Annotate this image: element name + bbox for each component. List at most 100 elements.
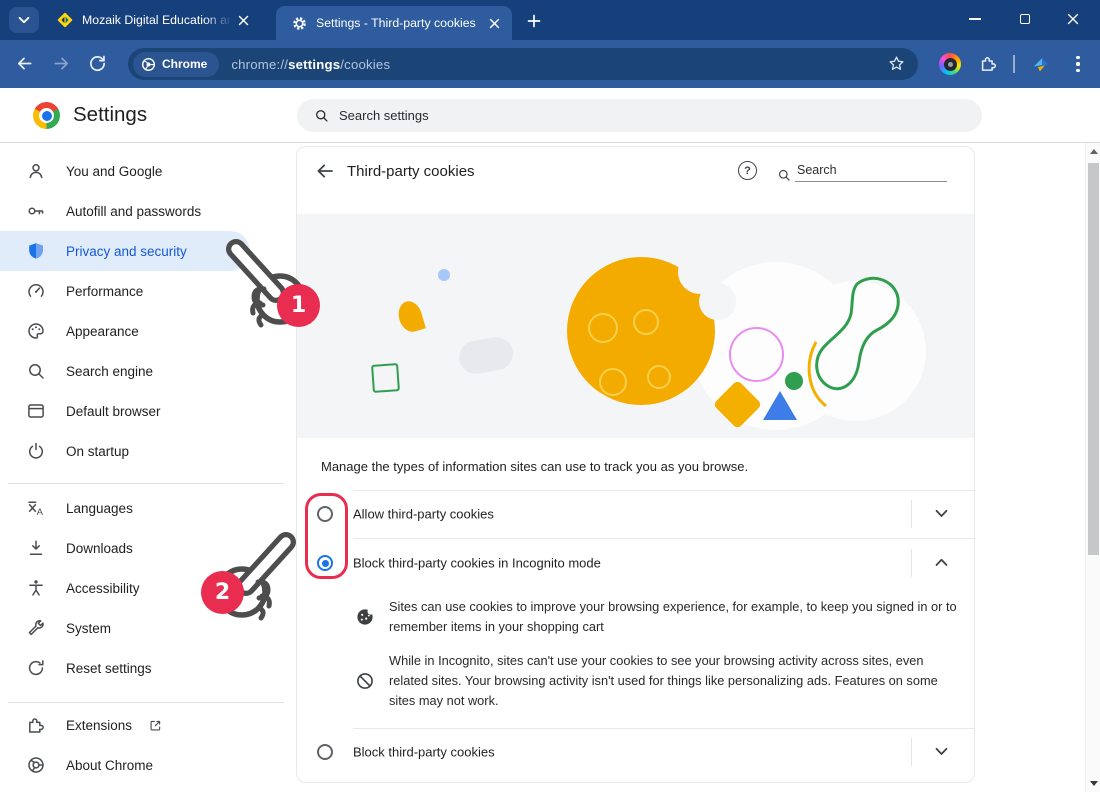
wrench-icon — [26, 618, 46, 638]
search-icon — [26, 361, 46, 381]
window-maximize-button[interactable] — [1008, 4, 1042, 34]
chip-label: Chrome — [162, 57, 207, 71]
page-search-box[interactable] — [777, 162, 947, 182]
scroll-down-arrow-icon[interactable] — [1090, 781, 1098, 786]
tab-close-icon[interactable] — [489, 18, 500, 29]
green-squiggle-outline — [802, 272, 907, 434]
tab-search-button[interactable] — [9, 7, 39, 33]
chrome-logo-icon — [33, 102, 60, 129]
cookie-bite — [699, 283, 736, 320]
sidebar-item-languages[interactable]: A Languages — [0, 488, 292, 528]
bookmark-star-icon[interactable] — [888, 55, 905, 72]
divider — [353, 538, 974, 539]
sidebar-item-reset-settings[interactable]: Reset settings — [0, 648, 292, 688]
blue-dot — [438, 269, 450, 281]
power-icon — [26, 441, 46, 461]
mozaik-favicon-icon — [57, 12, 73, 28]
sidebar-divider — [8, 483, 284, 484]
window-minimize-button[interactable] — [958, 4, 992, 34]
detail-text: Sites can use cookies to improve your br… — [389, 597, 963, 637]
palette-icon — [26, 321, 46, 341]
settings-title: Settings — [73, 103, 147, 127]
chevron-down-icon — [18, 16, 30, 24]
window-close-button[interactable] — [1056, 4, 1090, 34]
browser-menu-button[interactable] — [1071, 53, 1085, 75]
sidebar-item-autofill[interactable]: Autofill and passwords — [0, 191, 292, 231]
reset-icon — [26, 658, 46, 678]
key-icon — [26, 201, 46, 221]
browser-window-icon — [26, 401, 46, 421]
forward-button[interactable] — [52, 54, 71, 73]
tab-strip: Mozaik Digital Education and L Settings … — [0, 0, 1100, 40]
tab-title: Settings - Third-party cookies — [316, 16, 483, 30]
cookie-chip — [599, 368, 627, 396]
extensions-puzzle-icon[interactable] — [979, 54, 998, 73]
lens-extension-icon[interactable] — [939, 53, 961, 75]
tab-close-icon[interactable] — [238, 15, 249, 26]
sidebar-divider — [8, 702, 284, 703]
external-link-icon — [148, 718, 163, 733]
scrollbar-thumb[interactable] — [1088, 163, 1099, 555]
browser-window: Mozaik Digital Education and L Settings … — [0, 0, 1100, 792]
settings-search-box[interactable] — [297, 99, 982, 132]
new-tab-button[interactable] — [522, 9, 546, 33]
pink-circle-outline — [729, 327, 784, 382]
radio-unselected-icon[interactable] — [317, 744, 333, 760]
blocked-icon — [355, 671, 375, 691]
url-text: chrome://settings/cookies — [231, 57, 390, 72]
cookie-icon — [355, 607, 375, 627]
gray-pill — [457, 335, 516, 377]
chrome-icon — [26, 755, 46, 775]
shield-icon — [26, 241, 46, 261]
blue-triangle — [763, 391, 797, 420]
lens-core — [944, 58, 957, 71]
accessibility-icon — [26, 578, 46, 598]
scroll-up-arrow-icon[interactable] — [1090, 149, 1098, 154]
chrome-mono-logo-icon — [141, 57, 156, 72]
sidebar-item-extensions[interactable]: Extensions — [0, 705, 292, 745]
chevron-up-icon[interactable] — [935, 558, 948, 567]
chrome-chip[interactable]: Chrome — [133, 52, 219, 77]
page-title: Third-party cookies — [347, 163, 475, 180]
sidebar-item-default-browser[interactable]: Default browser — [0, 391, 292, 431]
option-allow-third-party-cookies[interactable]: Allow third-party cookies — [297, 491, 974, 537]
chevron-down-icon[interactable] — [935, 509, 948, 518]
step-1-badge: 1 — [277, 284, 320, 327]
back-arrow-button[interactable] — [315, 161, 335, 181]
row-separator — [911, 549, 912, 577]
browser-toolbar: Chrome chrome://settings/cookies — [0, 40, 1100, 88]
annotation-highlight-box — [305, 493, 348, 579]
cookies-illustration — [297, 214, 974, 438]
tab-settings[interactable]: Settings - Third-party cookies — [276, 6, 512, 40]
download-icon — [26, 538, 46, 558]
option-block-third-party-incognito[interactable]: Block third-party cookies in Incognito m… — [297, 540, 974, 586]
option-block-third-party-cookies[interactable]: Block third-party cookies — [297, 729, 974, 775]
row-separator — [911, 738, 912, 766]
green-square-outline — [371, 363, 400, 393]
address-bar[interactable]: Chrome chrome://settings/cookies — [128, 48, 918, 80]
settings-gear-icon — [292, 16, 307, 31]
sidebar-item-on-startup[interactable]: On startup — [0, 431, 292, 471]
page-search-input[interactable] — [795, 162, 947, 182]
sidebar-item-about-chrome[interactable]: About Chrome — [0, 745, 292, 785]
svg-text:A: A — [37, 507, 44, 518]
bird-extension-icon[interactable] — [1030, 54, 1051, 75]
tab-mozaik[interactable]: Mozaik Digital Education and L — [44, 0, 268, 40]
green-dot — [785, 372, 803, 390]
reload-button[interactable] — [88, 54, 107, 73]
search-icon — [777, 168, 791, 182]
vertical-scrollbar[interactable] — [1085, 143, 1100, 792]
back-button[interactable] — [15, 54, 34, 73]
step-2-badge: 2 — [201, 571, 244, 614]
close-icon — [1067, 13, 1079, 25]
third-party-cookies-card: Third-party cookies ? — [296, 146, 975, 783]
help-icon[interactable]: ? — [738, 161, 757, 180]
chevron-down-icon[interactable] — [935, 747, 948, 756]
settings-search-input[interactable] — [339, 108, 899, 123]
sidebar-item-search-engine[interactable]: Search engine — [0, 351, 292, 391]
search-icon — [314, 108, 329, 123]
speedometer-icon — [26, 281, 46, 301]
person-icon — [26, 161, 46, 181]
detail-text: While in Incognito, sites can't use your… — [389, 651, 963, 711]
sidebar-item-you-and-google[interactable]: You and Google — [0, 151, 292, 191]
